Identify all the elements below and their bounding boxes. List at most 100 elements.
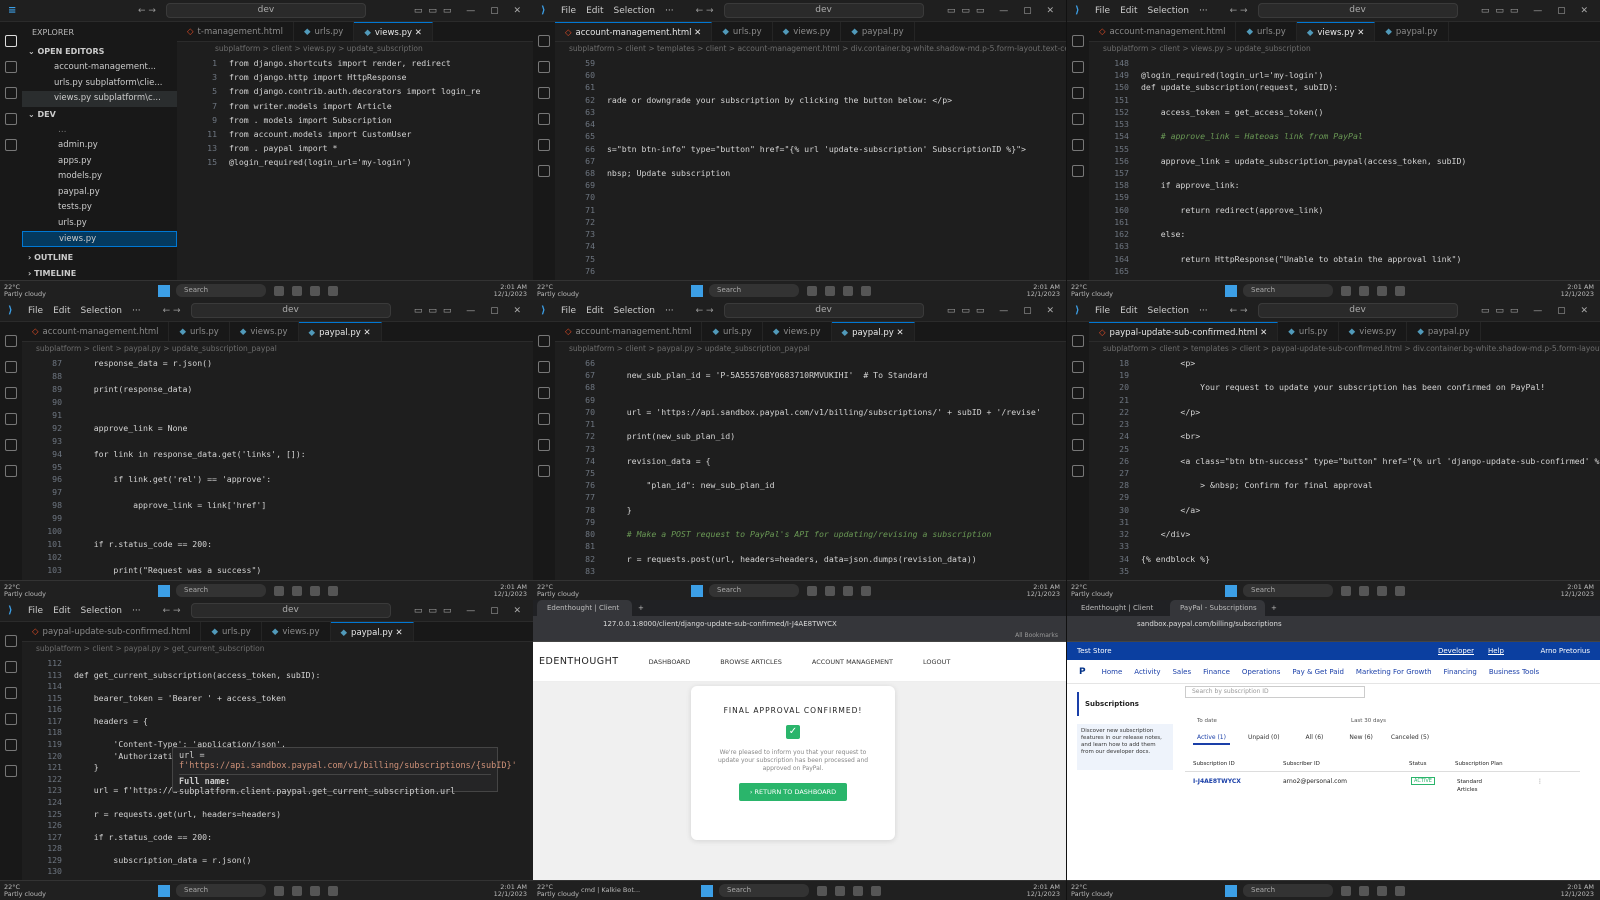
app-icon[interactable] xyxy=(274,285,284,296)
taskbar-search[interactable]: Search xyxy=(176,884,266,897)
new-tab-icon[interactable]: + xyxy=(638,600,644,616)
command-search[interactable]: dev xyxy=(1257,303,1458,318)
nav-marketing[interactable]: Marketing For Growth xyxy=(1356,668,1432,676)
nav-arrows-icon[interactable]: ← → xyxy=(163,606,181,616)
menu-edit[interactable]: Edit xyxy=(53,306,70,316)
address-bar[interactable]: sandbox.paypal.com/billing/subscriptions xyxy=(1067,616,1600,632)
file-views[interactable]: views.py xyxy=(22,231,177,247)
taskbar-search[interactable]: Search xyxy=(176,584,266,597)
system-tray-clock[interactable]: 2:01 AM 12/1/2023 xyxy=(1561,283,1594,298)
menu-edit[interactable]: Edit xyxy=(1120,306,1137,316)
file-urls[interactable]: urls.py xyxy=(22,216,177,232)
code-line[interactable]: new_sub_plan_id = 'P-5A55576BY0683710RMV… xyxy=(607,370,928,380)
source-control-icon[interactable] xyxy=(5,387,17,399)
taskbar-search[interactable]: Search xyxy=(1243,284,1333,297)
developer-link[interactable]: Developer xyxy=(1438,642,1474,660)
taskbar-search[interactable]: Search xyxy=(1243,884,1333,897)
menu-selection[interactable]: Selection xyxy=(81,306,122,316)
command-search[interactable]: dev xyxy=(165,3,366,18)
tab-views[interactable]: ◆ views.py xyxy=(1339,322,1408,341)
tab-urls[interactable]: ◆ urls.py xyxy=(294,22,355,41)
weather-widget[interactable]: 22°C Partly cloudy xyxy=(1071,883,1115,898)
code-line[interactable]: Your request to update your subscription… xyxy=(1141,382,1545,392)
run-debug-icon[interactable] xyxy=(1072,113,1084,125)
menu-file[interactable]: File xyxy=(28,606,43,616)
menu-file[interactable]: File xyxy=(1095,6,1110,16)
code-line[interactable]: from django.contrib.auth.decorators impo… xyxy=(229,86,480,96)
app-icon[interactable] xyxy=(843,585,853,596)
testing-icon[interactable] xyxy=(1072,165,1084,177)
menu-more[interactable]: ··· xyxy=(665,306,674,316)
code-line[interactable]: return redirect(approve_link) xyxy=(1141,205,1323,215)
app-icon[interactable] xyxy=(861,585,871,596)
help-link[interactable]: Help xyxy=(1488,642,1504,660)
app-icon[interactable] xyxy=(1395,585,1405,596)
browser-tab-active[interactable]: PayPal - Subscriptions xyxy=(1170,600,1265,616)
menu-selection[interactable]: Selection xyxy=(81,606,122,616)
search-icon[interactable] xyxy=(5,61,17,73)
system-tray-clock[interactable]: 2:01 AM 12/1/2023 xyxy=(1561,583,1594,598)
taskbar-search[interactable]: Search xyxy=(719,884,809,897)
source-control-icon[interactable] xyxy=(538,87,550,99)
code-line[interactable]: # Make a POST request to PayPal's API fo… xyxy=(607,529,992,539)
app-icon[interactable] xyxy=(1377,285,1387,296)
code-line[interactable]: approve_link = link['href'] xyxy=(74,500,266,510)
run-debug-icon[interactable] xyxy=(5,413,17,425)
windows-start-icon[interactable] xyxy=(1225,884,1237,897)
code-line[interactable]: "plan_id": new_sub_plan_id xyxy=(607,480,774,490)
code-line[interactable]: response_data = r.json() xyxy=(74,358,212,368)
search-icon[interactable] xyxy=(5,661,17,673)
taskbar-search[interactable]: Search xyxy=(709,584,799,597)
code-line[interactable]: print("Request was a success") xyxy=(74,565,261,575)
nav-home[interactable]: Home xyxy=(1102,668,1123,676)
nav-arrows-icon[interactable]: ← → xyxy=(696,6,714,16)
explorer-icon[interactable] xyxy=(5,335,17,347)
code-line[interactable]: {% endblock %} xyxy=(1141,554,1210,564)
code-line[interactable]: rade or downgrade your subscription by c… xyxy=(607,95,952,105)
code-line[interactable]: </div> xyxy=(1141,529,1191,539)
code-line[interactable]: # approve_link = Hateoas link from PayPa… xyxy=(1141,131,1363,141)
code-editor[interactable]: 59 60 61 62 rade or downgrade your subscript… xyxy=(555,58,1058,278)
new-tab-icon[interactable]: + xyxy=(1271,600,1277,616)
nav-browse-articles[interactable]: BROWSE ARTICLES xyxy=(720,658,782,666)
file-admin[interactable]: admin.py xyxy=(22,138,177,154)
app-icon[interactable] xyxy=(817,885,827,896)
return-to-dashboard-button[interactable]: › RETURN TO DASHBOARD xyxy=(739,783,847,801)
app-icon[interactable] xyxy=(310,585,320,596)
subscription-id-link[interactable]: I-J4AE8TWYCX xyxy=(1193,778,1241,785)
app-icon[interactable] xyxy=(835,885,845,896)
menu-edit[interactable]: Edit xyxy=(53,606,70,616)
search-icon[interactable] xyxy=(1072,61,1084,73)
tab-account-management[interactable]: ◇ account-management.html xyxy=(1089,22,1237,41)
app-icon[interactable] xyxy=(328,285,338,296)
tab-urls[interactable]: ◆ urls.py xyxy=(712,22,773,41)
testing-icon[interactable] xyxy=(5,465,17,477)
extensions-icon[interactable] xyxy=(5,739,17,751)
store-name[interactable]: Test Store xyxy=(1077,647,1112,655)
filter-unpaid[interactable]: Unpaid (0) xyxy=(1244,732,1284,745)
app-icon[interactable] xyxy=(1395,285,1405,296)
menu-more[interactable]: ··· xyxy=(132,306,141,316)
windows-start-icon[interactable] xyxy=(158,584,170,597)
windows-start-icon[interactable] xyxy=(1225,284,1237,297)
nav-dashboard[interactable]: DASHBOARD xyxy=(649,658,691,666)
app-icon[interactable] xyxy=(807,585,817,596)
menu-selection[interactable]: Selection xyxy=(614,6,655,16)
app-icon[interactable] xyxy=(807,285,817,296)
filter-all[interactable]: All (6) xyxy=(1302,732,1328,745)
browser-tab[interactable]: Edenthought | Client xyxy=(537,600,632,616)
code-line[interactable]: } xyxy=(607,505,632,515)
weather-widget[interactable]: 22°C Partly cloudy xyxy=(537,883,581,898)
app-icon[interactable] xyxy=(825,585,835,596)
app-icon[interactable] xyxy=(292,585,302,596)
tab-paypal-update-sub-confirmed[interactable]: ◇ paypal-update-sub-confirmed.html ✕ xyxy=(1089,322,1279,341)
tab-urls[interactable]: ◆ urls.py xyxy=(169,322,230,341)
tab-views[interactable]: ◆ views.py xyxy=(230,322,299,341)
app-icon[interactable] xyxy=(1377,585,1387,596)
code-line[interactable]: from django.http import HttpResponse xyxy=(229,72,406,82)
explorer-icon[interactable] xyxy=(1072,335,1084,347)
code-line[interactable]: from django.shortcuts import render, red… xyxy=(229,58,451,68)
code-line[interactable]: > &nbsp; Confirm for final approval xyxy=(1141,480,1373,490)
app-icon[interactable] xyxy=(1359,285,1369,296)
windows-start-icon[interactable] xyxy=(158,884,170,897)
